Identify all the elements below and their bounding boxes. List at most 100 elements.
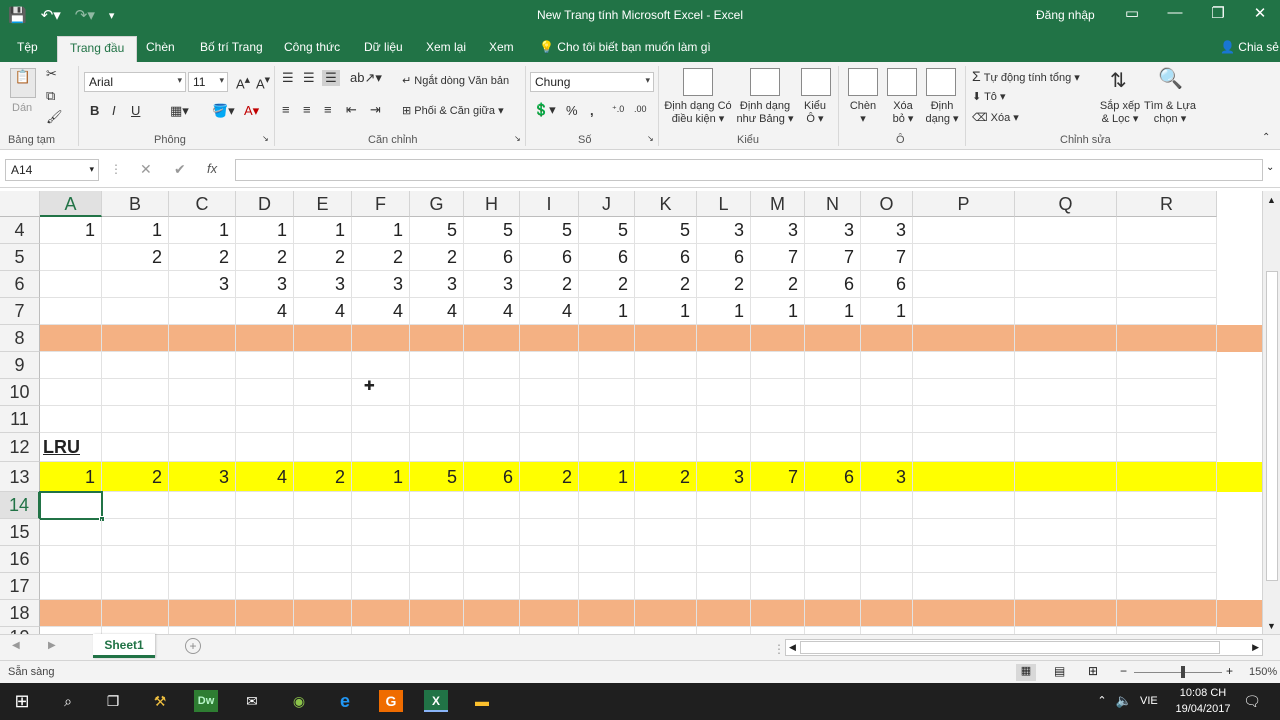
cell-g15[interactable] [410,519,464,546]
align-left-icon[interactable]: ≡ [282,102,290,117]
row-header-10[interactable]: 10 [0,379,40,406]
cell-q6[interactable] [1015,271,1117,298]
cell-l10[interactable] [697,379,751,406]
orientation-icon[interactable]: ab↗▾ [350,70,382,86]
cell-i6[interactable]: 2 [520,271,579,298]
cell-o18[interactable] [861,600,913,627]
cell-m9[interactable] [751,352,805,379]
cell-r9[interactable] [1117,352,1217,379]
align-bottom-icon[interactable]: ☰ [322,70,340,86]
cell-b13[interactable]: 2 [102,462,169,492]
percent-button[interactable]: % [566,103,578,118]
cell-c5[interactable]: 2 [169,244,236,271]
select-all-corner[interactable] [0,191,40,217]
cell-j13[interactable]: 1 [579,462,635,492]
cell-f6[interactable]: 3 [352,271,410,298]
vertical-scrollbar[interactable]: ▲ ▼ [1262,191,1280,634]
cell-i4[interactable]: 5 [520,217,579,244]
cell-a6[interactable] [40,271,102,298]
cell-k8[interactable] [635,325,697,352]
cell-p19[interactable] [913,627,1015,634]
cut-icon[interactable]: ✂ [46,66,57,82]
cell-h7[interactable]: 4 [464,298,520,325]
expand-formula-bar-icon[interactable]: ⌄ [1266,162,1274,173]
cell-c8[interactable] [169,325,236,352]
cell-o12[interactable] [861,433,913,462]
cell-a10[interactable] [40,379,102,406]
cell-n10[interactable] [805,379,861,406]
horizontal-scrollbar[interactable]: ◀ ▶ [785,639,1263,656]
cell-n16[interactable] [805,546,861,573]
tab-insert[interactable]: Chèn [146,40,175,54]
cell-o9[interactable] [861,352,913,379]
cell-r18[interactable] [1117,600,1217,627]
cell-b9[interactable] [102,352,169,379]
cell-m5[interactable]: 7 [751,244,805,271]
cell-l11[interactable] [697,406,751,433]
cell-l19[interactable] [697,627,751,634]
cancel-icon[interactable]: ✕ [140,161,152,178]
cell-e4[interactable]: 1 [294,217,352,244]
cell-a11[interactable] [40,406,102,433]
cell-p17[interactable] [913,573,1015,600]
cell-b16[interactable] [102,546,169,573]
row-header-16[interactable]: 16 [0,546,40,573]
delete-cells-button[interactable]: Xóa bỏ ▾ [888,100,918,125]
cell-b15[interactable] [102,519,169,546]
cell-c15[interactable] [169,519,236,546]
cell-q13[interactable] [1015,462,1117,492]
cell-n4[interactable]: 3 [805,217,861,244]
cell-i11[interactable] [520,406,579,433]
excel-taskbar-icon[interactable]: X [424,690,448,712]
cell-d12[interactable] [236,433,294,462]
cell-p9[interactable] [913,352,1015,379]
cell-p6[interactable] [913,271,1015,298]
row-header-14[interactable]: 14 [0,492,40,519]
font-name-select[interactable]: Arial ▾ [84,72,186,92]
cell-l18[interactable] [697,600,751,627]
cell-c11[interactable] [169,406,236,433]
cell-d16[interactable] [236,546,294,573]
autosum-button[interactable]: Σ Tự động tính tổng ▾ [972,68,1080,84]
cell-i9[interactable] [520,352,579,379]
cell-j18[interactable] [579,600,635,627]
cell-r12[interactable] [1117,433,1217,462]
cell-c13[interactable]: 3 [169,462,236,492]
row-header-9[interactable]: 9 [0,352,40,379]
cell-b5[interactable]: 2 [102,244,169,271]
cell-l15[interactable] [697,519,751,546]
cell-g11[interactable] [410,406,464,433]
cell-m19[interactable] [751,627,805,634]
cell-d5[interactable]: 2 [236,244,294,271]
cell-d19[interactable] [236,627,294,634]
cell-j6[interactable]: 2 [579,271,635,298]
cell-j12[interactable] [579,433,635,462]
increase-indent-icon[interactable]: ⇥ [370,102,381,118]
cell-e15[interactable] [294,519,352,546]
cell-q7[interactable] [1015,298,1117,325]
tab-split-handle[interactable]: ⋮ [773,642,785,656]
taskbar-time[interactable]: 10:08 CH [1172,687,1234,699]
cell-p7[interactable] [913,298,1015,325]
column-header-m[interactable]: M [751,191,805,217]
cell-k17[interactable] [635,573,697,600]
cell-a19[interactable] [40,627,102,634]
zoom-out-icon[interactable]: − [1120,664,1127,678]
cell-o14[interactable] [861,492,913,519]
cell-n8[interactable] [805,325,861,352]
cell-m12[interactable] [751,433,805,462]
cell-n18[interactable] [805,600,861,627]
cell-f18[interactable] [352,600,410,627]
cell-c16[interactable] [169,546,236,573]
insert-cells-button[interactable]: Chèn ▾ [848,100,878,125]
column-header-c[interactable]: C [169,191,236,217]
conditional-formatting-button[interactable]: Định dạng Có điều kiện ▾ [663,100,733,125]
page-break-view-icon[interactable]: ⊞ [1088,664,1098,678]
italic-button[interactable]: I [112,103,116,118]
cell-q5[interactable] [1015,244,1117,271]
cell-g9[interactable] [410,352,464,379]
cell-f11[interactable] [352,406,410,433]
decrease-indent-icon[interactable]: ⇤ [346,102,357,118]
cell-g18[interactable] [410,600,464,627]
cell-m13[interactable]: 7 [751,462,805,492]
